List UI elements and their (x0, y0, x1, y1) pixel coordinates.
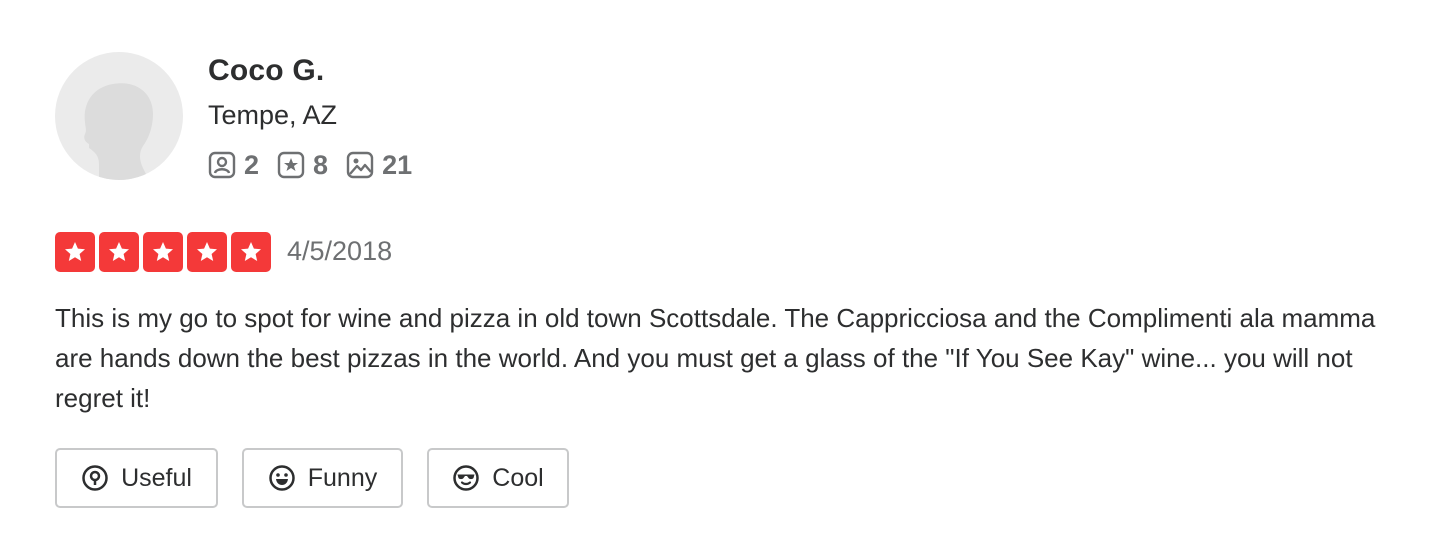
friends-count-value: 2 (244, 149, 260, 180)
funny-label: Funny (307, 463, 378, 492)
cool-label: Cool (492, 463, 544, 492)
reviews-count-value: 8 (313, 149, 329, 180)
review-star-icon (277, 151, 305, 179)
rating-star (99, 232, 139, 272)
friends-count: 2 (208, 150, 259, 181)
friends-icon (208, 151, 236, 179)
photos-count: 21 (346, 150, 412, 181)
star-icon (197, 242, 217, 261)
user-stats: 2 8 21 (208, 148, 430, 182)
rating-star (55, 232, 95, 272)
star-icon (109, 242, 129, 261)
cool-icon (453, 465, 480, 491)
star-icon (65, 242, 85, 261)
user-name[interactable]: Coco G. (208, 54, 324, 88)
photo-icon (346, 151, 374, 179)
useful-button[interactable]: Useful (55, 448, 218, 508)
user-location: Tempe, AZ (208, 100, 338, 130)
rating-star (143, 232, 183, 272)
rating-star (231, 232, 271, 272)
star-icon (153, 242, 173, 261)
funny-icon (269, 465, 295, 491)
review-date: 4/5/2018 (287, 236, 393, 266)
star-icon (241, 242, 261, 261)
reviews-count: 8 (277, 150, 328, 181)
user-silhouette-icon (84, 83, 153, 180)
photos-count-value: 21 (382, 149, 413, 180)
star-rating (55, 232, 275, 272)
useful-label: Useful (121, 463, 192, 492)
review-text: This is my go to spot for wine and pizza… (55, 303, 1376, 413)
cool-button[interactable]: Cool (427, 448, 569, 508)
avatar[interactable] (55, 52, 183, 180)
rating-star (187, 232, 227, 272)
useful-icon (82, 465, 108, 491)
funny-button[interactable]: Funny (242, 448, 403, 508)
